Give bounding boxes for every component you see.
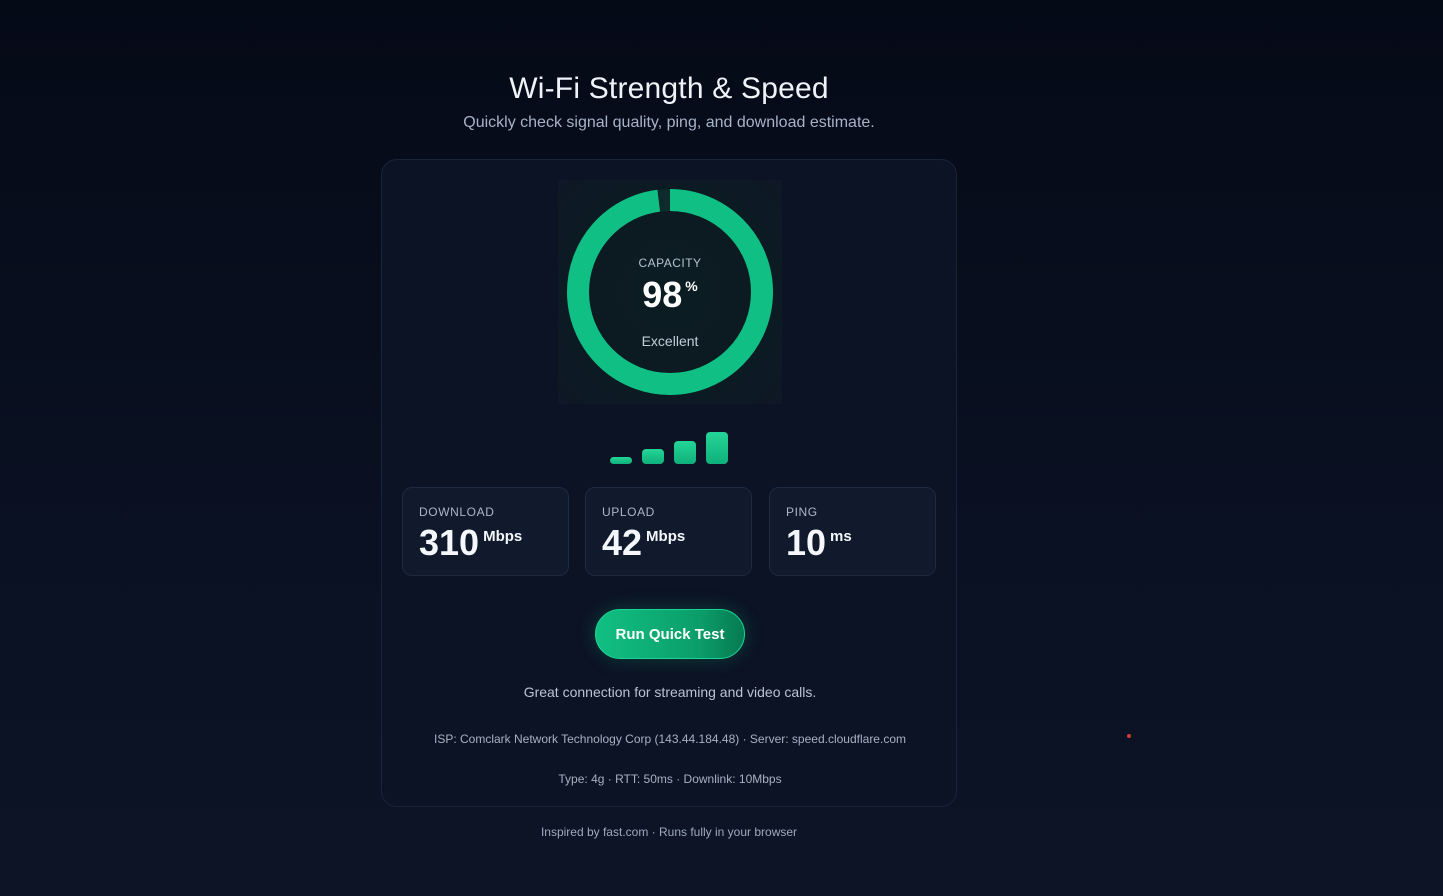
upload-value: 42 Mbps xyxy=(602,522,685,564)
signal-bar-3 xyxy=(674,441,696,464)
cursor-dot xyxy=(1127,734,1131,738)
gauge-unit: % xyxy=(685,278,698,294)
upload-stat: UPLOAD 42 Mbps xyxy=(585,487,752,576)
footer-text: Inspired by fast.com · Runs fully in you… xyxy=(540,825,798,839)
capacity-gauge: CAPACITY 98% Excellent xyxy=(558,180,782,404)
download-stat: DOWNLOAD 310 Mbps xyxy=(402,487,569,576)
gauge-status: Excellent xyxy=(641,333,699,349)
ping-stat: PING 10 ms xyxy=(769,487,936,576)
gauge-value: 98% xyxy=(558,274,782,316)
page: Wi-Fi Strength & Speed Quickly check sig… xyxy=(0,0,1443,896)
download-unit: Mbps xyxy=(483,528,523,545)
gauge-label: CAPACITY xyxy=(638,256,702,270)
ping-value: 10 ms xyxy=(786,522,852,564)
upload-label: UPLOAD xyxy=(602,505,655,519)
upload-unit: Mbps xyxy=(646,528,686,545)
signal-bar-2 xyxy=(642,449,664,464)
page-subtitle: Quickly check signal quality, ping, and … xyxy=(463,114,875,131)
isp-info: ISP: Comclark Network Technology Corp (1… xyxy=(433,732,906,746)
connection-info: Type: 4g · RTT: 50ms · Downlink: 10Mbps xyxy=(558,772,782,786)
download-value: 310 Mbps xyxy=(419,522,522,564)
page-title: Wi-Fi Strength & Speed xyxy=(509,72,829,105)
upload-number: 42 xyxy=(602,522,643,563)
signal-bar-4 xyxy=(706,432,728,464)
status-message: Great connection for streaming and video… xyxy=(523,684,817,700)
gauge-number: 98 xyxy=(642,274,683,315)
signal-bars-icon xyxy=(610,428,730,464)
ping-number: 10 xyxy=(786,522,827,563)
ping-label: PING xyxy=(786,505,818,519)
run-quick-test-button[interactable]: Run Quick Test xyxy=(595,609,745,659)
download-label: DOWNLOAD xyxy=(419,505,495,519)
download-number: 310 xyxy=(419,522,480,563)
ping-unit: ms xyxy=(830,528,852,545)
speed-card: CAPACITY 98% Excellent DOWNLOAD 310 Mbps … xyxy=(381,159,957,807)
signal-bar-1 xyxy=(610,457,632,464)
